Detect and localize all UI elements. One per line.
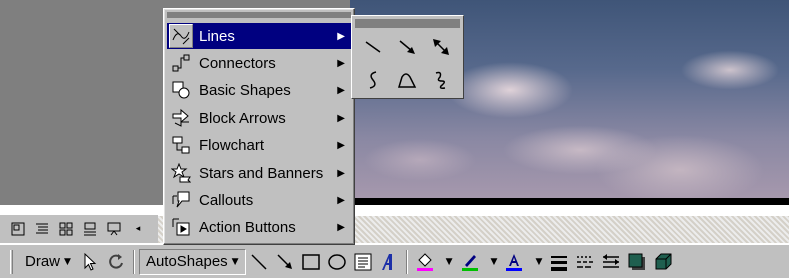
- menu-item-label: Connectors: [199, 54, 276, 72]
- submenu-arrow-icon: ▶: [337, 84, 345, 96]
- basic-shapes-icon: [169, 78, 193, 102]
- menu-item-label: Callouts: [199, 191, 254, 209]
- action-buttons-icon: [169, 215, 193, 239]
- text-box-tool-icon[interactable]: [350, 249, 376, 275]
- line-color-swatch: [461, 267, 478, 271]
- scroll-left-icon[interactable]: ◂: [128, 219, 148, 239]
- menu-item-label: Stars and Banners: [199, 164, 324, 182]
- flowchart-icon: [169, 133, 193, 157]
- toolbar-separator: [405, 249, 408, 274]
- line-icon[interactable]: [358, 33, 388, 61]
- shadow-icon[interactable]: [624, 249, 650, 275]
- submenu-title-bar[interactable]: [355, 19, 460, 28]
- rectangle-tool-icon[interactable]: [298, 249, 324, 275]
- autoshapes-menu: Lines ▶ Connectors ▶ Basic Shapes ▶ Bloc…: [163, 8, 355, 245]
- chevron-down-icon: ▼: [445, 256, 453, 267]
- draw-menu-button[interactable]: Draw ▼: [19, 249, 77, 275]
- submenu-arrow-icon: ▶: [337, 139, 345, 151]
- line-color-dropdown[interactable]: ▼: [483, 249, 502, 275]
- lines-submenu: [351, 15, 464, 99]
- font-color-dropdown[interactable]: ▼: [527, 249, 546, 275]
- submenu-arrow-icon: ▶: [337, 167, 345, 179]
- draw-label: Draw: [25, 253, 61, 270]
- chevron-down-icon: ▼: [535, 256, 543, 267]
- view-buttons-bar: ◂: [0, 215, 160, 243]
- lines-icon: [169, 24, 193, 48]
- menu-item-connectors[interactable]: Connectors ▶: [167, 50, 351, 76]
- line-style-icon[interactable]: [546, 249, 572, 275]
- menu-item-basic-shapes[interactable]: Basic Shapes ▶: [167, 77, 351, 103]
- block-arrows-icon: [169, 106, 193, 130]
- arrow-icon[interactable]: [392, 33, 422, 61]
- stars-banners-icon: [169, 161, 193, 185]
- double-arrow-icon[interactable]: [426, 33, 456, 61]
- font-color-swatch: [506, 267, 523, 271]
- connectors-icon: [169, 51, 193, 75]
- normal-view-icon[interactable]: [8, 219, 28, 239]
- chevron-down-icon: ▼: [64, 256, 71, 267]
- 3d-icon[interactable]: [650, 249, 676, 275]
- menu-item-action-buttons[interactable]: Action Buttons ▶: [167, 214, 351, 240]
- arrow-tool-icon[interactable]: [272, 249, 298, 275]
- menu-item-callouts[interactable]: Callouts ▶: [167, 187, 351, 213]
- submenu-arrow-icon: ▶: [337, 30, 345, 42]
- freeform-icon[interactable]: [392, 66, 422, 94]
- slide-sorter-view-icon[interactable]: [56, 219, 76, 239]
- fill-color-dropdown[interactable]: ▼: [438, 249, 457, 275]
- line-tool-icon[interactable]: [246, 249, 272, 275]
- slide-show-icon[interactable]: [104, 219, 124, 239]
- callouts-icon: [169, 188, 193, 212]
- chevron-down-icon: ▼: [231, 256, 239, 267]
- toolbar-grip[interactable]: [10, 249, 13, 274]
- fill-color-icon[interactable]: [412, 249, 438, 275]
- arrow-style-icon[interactable]: [598, 249, 624, 275]
- chevron-down-icon: ▼: [490, 256, 498, 267]
- font-color-icon[interactable]: [501, 249, 527, 275]
- menu-item-label: Lines: [199, 27, 235, 45]
- submenu-arrow-icon: ▶: [337, 57, 345, 69]
- outline-view-icon[interactable]: [32, 219, 52, 239]
- submenu-arrow-icon: ▶: [337, 112, 345, 124]
- menu-item-label: Flowchart: [199, 136, 265, 154]
- oval-tool-icon[interactable]: [324, 249, 350, 275]
- menu-item-block-arrows[interactable]: Block Arrows ▶: [167, 105, 351, 131]
- select-objects-icon[interactable]: [77, 249, 103, 275]
- free-rotate-icon[interactable]: [103, 249, 129, 275]
- menu-item-flowchart[interactable]: Flowchart ▶: [167, 132, 351, 158]
- autoshapes-label: AutoShapes: [145, 253, 228, 270]
- drawing-toolbar: Draw ▼ AutoShapes ▼ ▼ ▼ ▼: [0, 244, 789, 278]
- dash-style-icon[interactable]: [572, 249, 598, 275]
- menu-item-label: Block Arrows: [199, 109, 286, 127]
- menu-item-label: Basic Shapes: [199, 81, 291, 99]
- menu-item-stars-banners[interactable]: Stars and Banners ▶: [167, 160, 351, 186]
- scribble-icon[interactable]: [426, 66, 456, 94]
- line-color-icon[interactable]: [457, 249, 483, 275]
- submenu-arrow-icon: ▶: [337, 221, 345, 233]
- wordart-tool-icon[interactable]: [376, 249, 402, 275]
- autoshapes-menu-button[interactable]: AutoShapes ▼: [138, 248, 246, 275]
- slide-border: [350, 198, 789, 205]
- menu-item-lines[interactable]: Lines ▶: [167, 23, 351, 49]
- menu-title-bar[interactable]: [167, 12, 351, 18]
- fill-color-swatch: [416, 267, 433, 271]
- menu-item-label: Action Buttons: [199, 218, 296, 236]
- curve-icon[interactable]: [358, 66, 388, 94]
- notes-view-icon[interactable]: [80, 219, 100, 239]
- submenu-arrow-icon: ▶: [337, 194, 345, 206]
- toolbar-separator: [132, 249, 135, 274]
